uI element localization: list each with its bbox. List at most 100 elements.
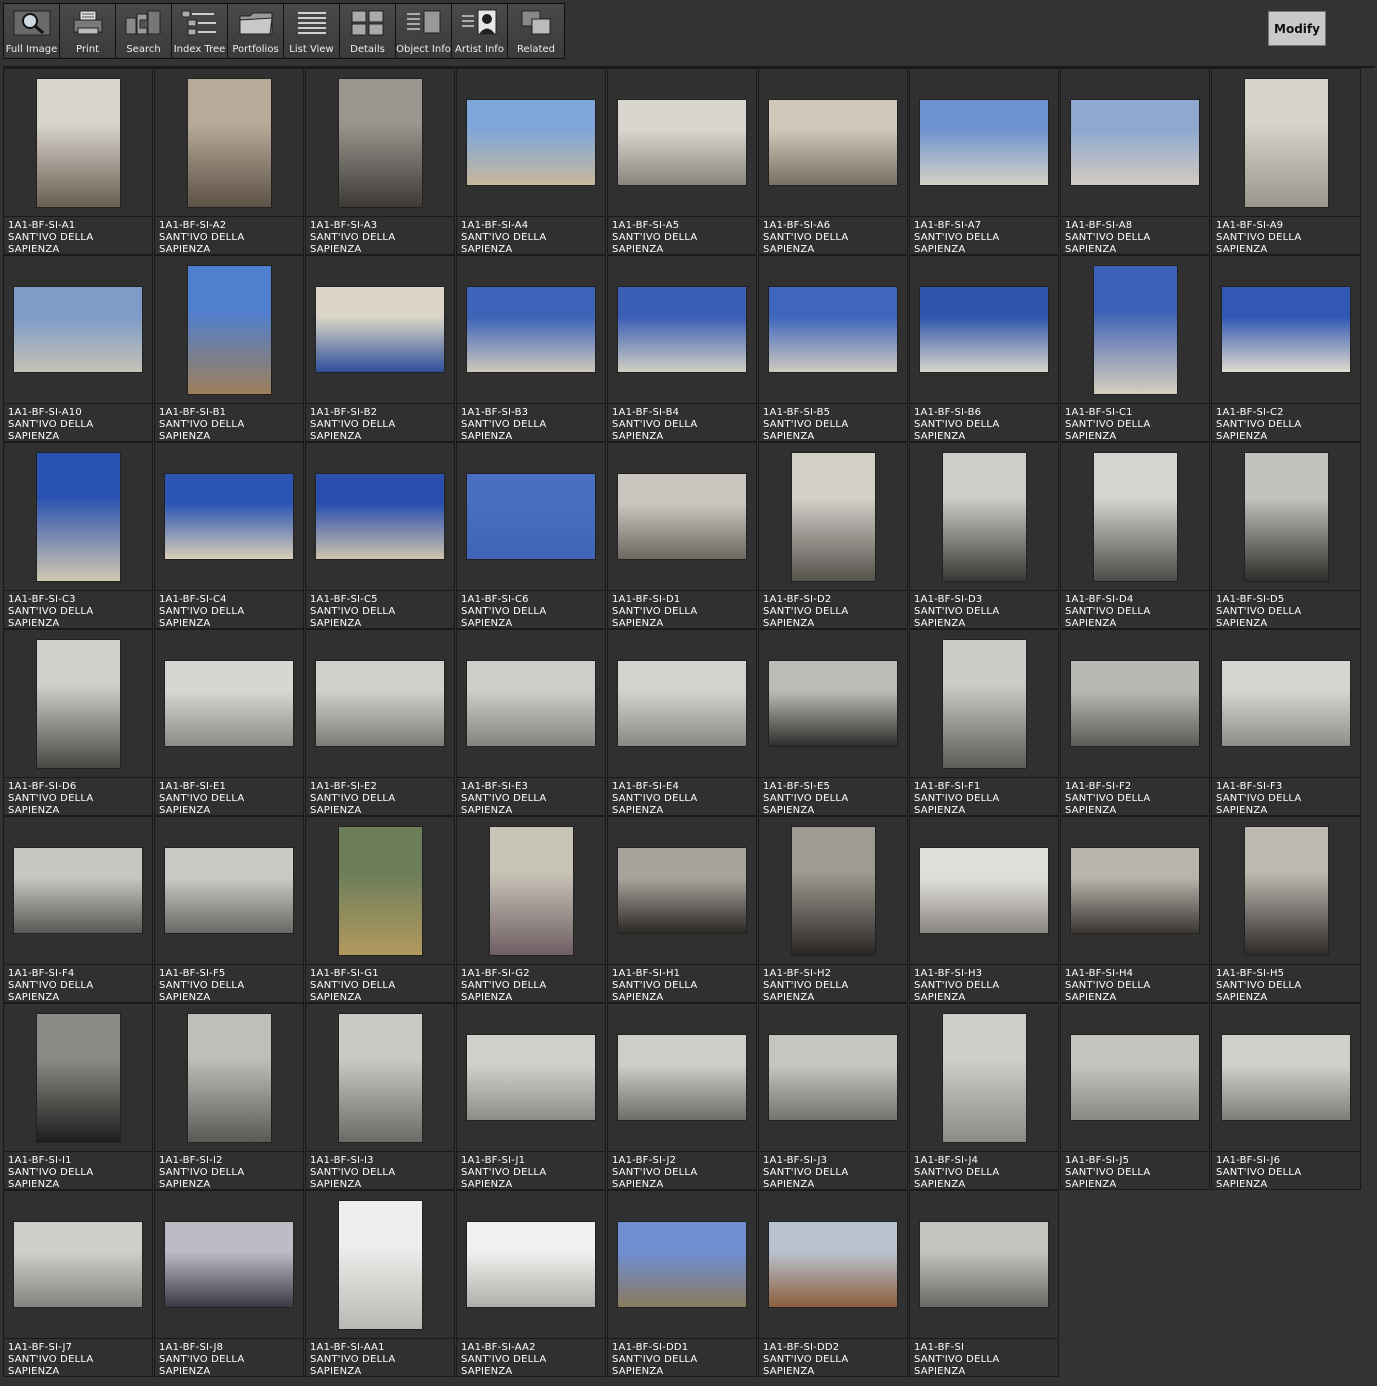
thumbnail-image[interactable] xyxy=(1244,826,1328,955)
thumbnail-cell[interactable]: 1A1-BF-SI-AA2 SANT'IVO DELLA SAPIENZA xyxy=(456,1190,606,1377)
thumbnail-cell[interactable]: 1A1-BF-SI-B4 SANT'IVO DELLA SAPIENZA xyxy=(607,255,757,442)
portfolios-button[interactable]: Portfolios xyxy=(228,4,284,58)
thumbnail-cell[interactable]: 1A1-BF-SI-F5 SANT'IVO DELLA SAPIENZA xyxy=(154,816,304,1003)
thumbnail-image[interactable] xyxy=(14,1222,142,1307)
thumbnail-image[interactable] xyxy=(1244,78,1328,207)
thumbnail-image[interactable] xyxy=(467,474,595,559)
thumbnail-cell[interactable]: 1A1-BF-SI-F3 SANT'IVO DELLA SAPIENZA xyxy=(1211,629,1361,816)
thumbnail-image[interactable] xyxy=(165,661,293,746)
thumbnail-image[interactable] xyxy=(467,1035,595,1120)
thumbnail-cell[interactable]: 1A1-BF-SI-A5 SANT'IVO DELLA SAPIENZA xyxy=(607,68,757,255)
thumbnail-image[interactable] xyxy=(1071,100,1199,185)
thumbnail-cell[interactable]: 1A1-BF-SI-A2 SANT'IVO DELLA SAPIENZA xyxy=(154,68,304,255)
thumbnail-cell[interactable]: 1A1-BF-SI-A8 SANT'IVO DELLA SAPIENZA xyxy=(1060,68,1210,255)
thumbnail-cell[interactable]: 1A1-BF-SI-B5 SANT'IVO DELLA SAPIENZA xyxy=(758,255,908,442)
thumbnail-cell[interactable]: 1A1-BF-SI-AA1 SANT'IVO DELLA SAPIENZA xyxy=(305,1190,455,1377)
thumbnail-cell[interactable]: 1A1-BF-SI-E3 SANT'IVO DELLA SAPIENZA xyxy=(456,629,606,816)
object-info-button[interactable]: Object Info xyxy=(396,4,452,58)
thumbnail-image[interactable] xyxy=(489,826,573,955)
thumbnail-image[interactable] xyxy=(36,639,120,768)
thumbnail-cell[interactable]: 1A1-BF-SI-G1 SANT'IVO DELLA SAPIENZA xyxy=(305,816,455,1003)
print-button[interactable]: Print xyxy=(60,4,116,58)
thumbnail-cell[interactable]: 1A1-BF-SI-D4 SANT'IVO DELLA SAPIENZA xyxy=(1060,442,1210,629)
thumbnail-cell[interactable]: 1A1-BF-SI-H1 SANT'IVO DELLA SAPIENZA xyxy=(607,816,757,1003)
thumbnail-image[interactable] xyxy=(920,100,1048,185)
thumbnail-image[interactable] xyxy=(942,1013,1026,1142)
thumbnail-image[interactable] xyxy=(618,100,746,185)
thumbnail-image[interactable] xyxy=(769,287,897,372)
thumbnail-image[interactable] xyxy=(187,78,271,207)
thumbnail-cell[interactable]: 1A1-BF-SI-A1 SANT'IVO DELLA SAPIENZA xyxy=(3,68,153,255)
thumbnail-image[interactable] xyxy=(14,287,142,372)
thumbnail-image[interactable] xyxy=(165,848,293,933)
thumbnail-cell[interactable]: 1A1-BF-SI-G2 SANT'IVO DELLA SAPIENZA xyxy=(456,816,606,1003)
thumbnail-image[interactable] xyxy=(618,1222,746,1307)
thumbnail-cell[interactable]: 1A1-BF-SI-E5 SANT'IVO DELLA SAPIENZA xyxy=(758,629,908,816)
thumbnail-cell[interactable]: 1A1-BF-SI-J6 SANT'IVO DELLA SAPIENZA xyxy=(1211,1003,1361,1190)
thumbnail-cell[interactable]: 1A1-BF-SI-J4 SANT'IVO DELLA SAPIENZA xyxy=(909,1003,1059,1190)
thumbnail-image[interactable] xyxy=(942,639,1026,768)
thumbnail-cell[interactable]: 1A1-BF-SI-J7 SANT'IVO DELLA SAPIENZA xyxy=(3,1190,153,1377)
thumbnail-image[interactable] xyxy=(338,826,422,955)
thumbnail-image[interactable] xyxy=(618,474,746,559)
thumbnail-image[interactable] xyxy=(14,848,142,933)
thumbnail-cell[interactable]: 1A1-BF-SI-B1 SANT'IVO DELLA SAPIENZA xyxy=(154,255,304,442)
search-button[interactable]: Search xyxy=(116,4,172,58)
thumbnail-cell[interactable]: 1A1-BF-SI-C3 SANT'IVO DELLA SAPIENZA xyxy=(3,442,153,629)
thumbnail-image[interactable] xyxy=(1222,1035,1350,1120)
thumbnail-cell[interactable]: 1A1-BF-SI-B2 SANT'IVO DELLA SAPIENZA xyxy=(305,255,455,442)
thumbnail-image[interactable] xyxy=(316,287,444,372)
thumbnail-image[interactable] xyxy=(769,100,897,185)
thumbnail-image[interactable] xyxy=(618,661,746,746)
thumbnail-cell[interactable]: 1A1-BF-SI-A10 SANT'IVO DELLA SAPIENZA xyxy=(3,255,153,442)
thumbnail-cell[interactable]: 1A1-BF-SI-E4 SANT'IVO DELLA SAPIENZA xyxy=(607,629,757,816)
thumbnail-cell[interactable]: 1A1-BF-SI-F4 SANT'IVO DELLA SAPIENZA xyxy=(3,816,153,1003)
thumbnail-image[interactable] xyxy=(1071,661,1199,746)
thumbnail-cell[interactable]: 1A1-BF-SI-H4 SANT'IVO DELLA SAPIENZA xyxy=(1060,816,1210,1003)
thumbnail-image[interactable] xyxy=(36,452,120,581)
thumbnail-cell[interactable]: 1A1-BF-SI SANT'IVO DELLA SAPIENZA xyxy=(909,1190,1059,1377)
thumbnail-cell[interactable]: 1A1-BF-SI-H2 SANT'IVO DELLA SAPIENZA xyxy=(758,816,908,1003)
thumbnail-cell[interactable]: 1A1-BF-SI-DD1 SANT'IVO DELLA SAPIENZA xyxy=(607,1190,757,1377)
thumbnail-cell[interactable]: 1A1-BF-SI-DD2 SANT'IVO DELLA SAPIENZA xyxy=(758,1190,908,1377)
thumbnail-cell[interactable]: 1A1-BF-SI-I2 SANT'IVO DELLA SAPIENZA xyxy=(154,1003,304,1190)
thumbnail-image[interactable] xyxy=(769,1222,897,1307)
thumbnail-cell[interactable]: 1A1-BF-SI-H5 SANT'IVO DELLA SAPIENZA xyxy=(1211,816,1361,1003)
thumbnail-cell[interactable]: 1A1-BF-SI-C4 SANT'IVO DELLA SAPIENZA xyxy=(154,442,304,629)
thumbnail-cell[interactable]: 1A1-BF-SI-I3 SANT'IVO DELLA SAPIENZA xyxy=(305,1003,455,1190)
thumbnail-cell[interactable]: 1A1-BF-SI-C6 SANT'IVO DELLA SAPIENZA xyxy=(456,442,606,629)
thumbnail-cell[interactable]: 1A1-BF-SI-C1 SANT'IVO DELLA SAPIENZA xyxy=(1060,255,1210,442)
thumbnail-image[interactable] xyxy=(769,1035,897,1120)
thumbnail-cell[interactable]: 1A1-BF-SI-D3 SANT'IVO DELLA SAPIENZA xyxy=(909,442,1059,629)
thumbnail-image[interactable] xyxy=(36,78,120,207)
thumbnail-image[interactable] xyxy=(618,1035,746,1120)
thumbnail-image[interactable] xyxy=(316,474,444,559)
thumbnail-cell[interactable]: 1A1-BF-SI-D2 SANT'IVO DELLA SAPIENZA xyxy=(758,442,908,629)
thumbnail-image[interactable] xyxy=(467,287,595,372)
thumbnail-image[interactable] xyxy=(791,826,875,955)
thumbnail-image[interactable] xyxy=(467,1222,595,1307)
thumbnail-image[interactable] xyxy=(1222,287,1350,372)
thumbnail-image[interactable] xyxy=(618,848,746,933)
modify-button[interactable]: Modify xyxy=(1268,11,1326,46)
list-view-button[interactable]: List View xyxy=(284,4,340,58)
thumbnail-image[interactable] xyxy=(942,452,1026,581)
thumbnail-cell[interactable]: 1A1-BF-SI-J2 SANT'IVO DELLA SAPIENZA xyxy=(607,1003,757,1190)
thumbnail-image[interactable] xyxy=(769,661,897,746)
thumbnail-image[interactable] xyxy=(1093,265,1177,394)
thumbnail-cell[interactable]: 1A1-BF-SI-A7 SANT'IVO DELLA SAPIENZA xyxy=(909,68,1059,255)
thumbnail-image[interactable] xyxy=(187,265,271,394)
thumbnail-image[interactable] xyxy=(187,1013,271,1142)
thumbnail-cell[interactable]: 1A1-BF-SI-A3 SANT'IVO DELLA SAPIENZA xyxy=(305,68,455,255)
thumbnail-image[interactable] xyxy=(920,1222,1048,1307)
thumbnail-cell[interactable]: 1A1-BF-SI-I1 SANT'IVO DELLA SAPIENZA xyxy=(3,1003,153,1190)
related-button[interactable]: Related xyxy=(508,4,564,58)
thumbnail-image[interactable] xyxy=(920,287,1048,372)
thumbnail-cell[interactable]: 1A1-BF-SI-C2 SANT'IVO DELLA SAPIENZA xyxy=(1211,255,1361,442)
thumbnail-cell[interactable]: 1A1-BF-SI-C5 SANT'IVO DELLA SAPIENZA xyxy=(305,442,455,629)
thumbnail-cell[interactable]: 1A1-BF-SI-E1 SANT'IVO DELLA SAPIENZA xyxy=(154,629,304,816)
thumbnail-cell[interactable]: 1A1-BF-SI-J5 SANT'IVO DELLA SAPIENZA xyxy=(1060,1003,1210,1190)
thumbnail-cell[interactable]: 1A1-BF-SI-A9 SANT'IVO DELLA SAPIENZA xyxy=(1211,68,1361,255)
thumbnail-cell[interactable]: 1A1-BF-SI-E2 SANT'IVO DELLA SAPIENZA xyxy=(305,629,455,816)
thumbnail-image[interactable] xyxy=(791,452,875,581)
